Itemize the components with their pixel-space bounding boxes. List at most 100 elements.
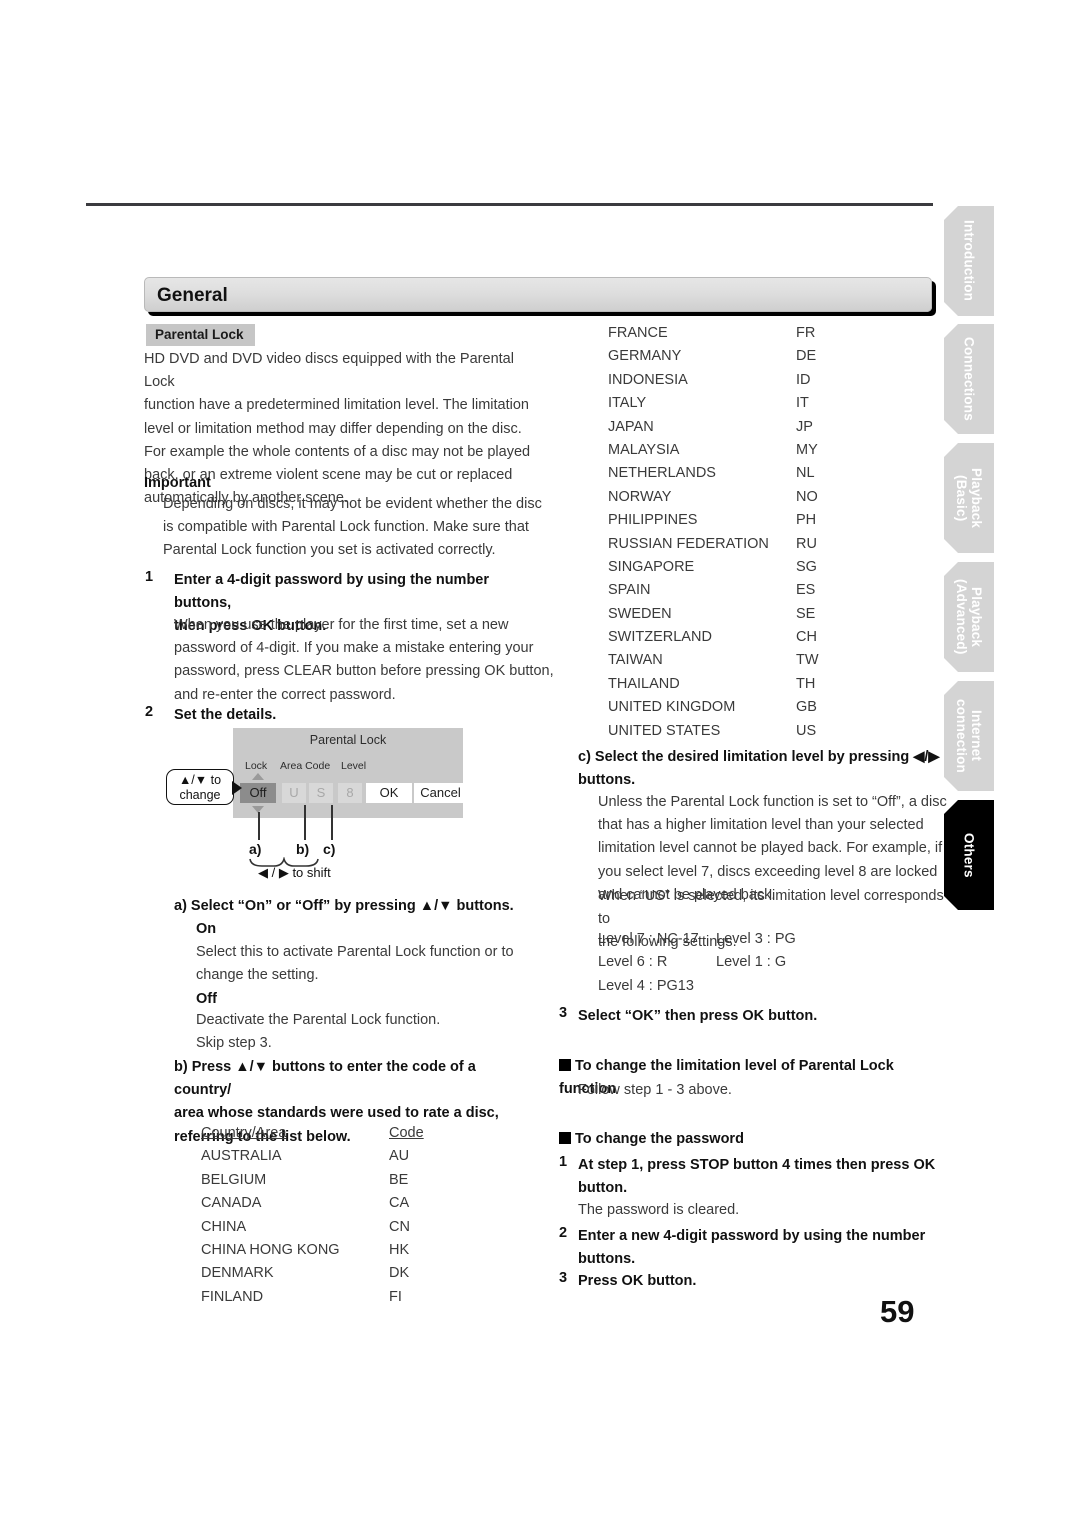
country-code: JP [796, 418, 813, 435]
country-name: CANADA [201, 1195, 262, 1212]
country-code: GB [796, 699, 817, 716]
up-arrow-icon [252, 773, 264, 780]
step3-heading: Select “OK” then press OK button. [578, 1008, 818, 1024]
country-name: ITALY [608, 395, 647, 412]
country-code: SE [796, 605, 816, 622]
leader-line-c [331, 805, 333, 840]
country-code: ES [796, 582, 816, 599]
column-header-code: Code [389, 1125, 424, 1141]
item-a-off-heading: Off [196, 991, 217, 1007]
country-name: FINLAND [201, 1288, 264, 1305]
important-paragraph: Depending on discs, it may not be eviden… [163, 496, 542, 559]
country-code: PH [796, 512, 817, 529]
osd-field-area-2[interactable]: S [309, 783, 333, 803]
country-name: TAIWAN [608, 652, 663, 669]
leader-line-a [258, 812, 260, 840]
square-bullet-icon [559, 1059, 571, 1071]
sidebar-item-playback-basic[interactable]: Playback (Basic) [944, 443, 994, 553]
shift-note-label: ◀ / ▶ to shift [258, 865, 331, 880]
country-name: UNITED KINGDOM [608, 699, 736, 716]
manual-page: Introduction Connections Playback (Basic… [0, 0, 1080, 1528]
sidebar-item-connections[interactable]: Connections [944, 324, 994, 434]
item-a-off-paragraph: Deactivate the Parental Lock function. S… [196, 1012, 441, 1052]
step-number: 3 [559, 1270, 568, 1286]
country-name: CHINA [201, 1218, 247, 1235]
sidebar-item-introduction[interactable]: Introduction [944, 206, 994, 316]
sidebar-item-label: Playback (Advanced) [954, 579, 985, 655]
country-code: IT [796, 395, 809, 412]
item-a-on-heading: On [196, 921, 217, 937]
country-code: CA [389, 1195, 410, 1212]
country-name: AUSTRALIA [201, 1148, 282, 1165]
pw-step1-body: The password is cleared. [578, 1202, 740, 1218]
change-level-body: Follow step 1 - 3 above. [578, 1082, 732, 1098]
osd-title: Parental Lock [309, 733, 387, 747]
change-password-heading-label: To change the password [575, 1131, 744, 1147]
country-name: BELGIUM [201, 1171, 267, 1188]
callout-letter-b: b) [296, 841, 310, 857]
level-entry: Level 7 : NC-17 [598, 931, 699, 947]
page-title: General [157, 285, 228, 306]
country-code: DE [796, 348, 817, 365]
country-name: CHINA HONG KONG [201, 1241, 340, 1258]
item-c-heading: c) Select the desired limitation level b… [578, 749, 940, 789]
level-entry: Level 4 : PG13 [598, 977, 694, 994]
country-code: TW [796, 652, 819, 669]
country-code: SG [796, 558, 817, 575]
country-code: ID [796, 371, 811, 388]
sidebar-item-internet-connection[interactable]: Internet connection [944, 681, 994, 791]
country-code: NO [796, 488, 818, 505]
osd-field-level[interactable]: 8 [338, 783, 362, 803]
osd-column-level-label: Level [341, 760, 367, 772]
sidebar-item-label: Connections [961, 337, 977, 421]
country-name: SWEDEN [608, 605, 672, 622]
pw-step2-heading: Enter a new 4-digit password by using th… [578, 1228, 926, 1268]
step2-heading: Set the details. [174, 707, 277, 723]
callout-tail [232, 781, 242, 795]
pw-step1-heading: At step 1, press STOP button 4 times the… [578, 1157, 936, 1197]
country-code: DK [389, 1265, 410, 1282]
country-name: GERMANY [608, 348, 682, 365]
country-name: SPAIN [608, 582, 651, 599]
country-code: FI [389, 1288, 402, 1305]
change-callout-label: ▲/▼ to change [178, 773, 222, 802]
column-header-country: Country/Area [201, 1125, 287, 1141]
sidebar-item-label: Others [961, 832, 977, 878]
change-callout: ▲/▼ to change [166, 769, 234, 805]
callout-letter-a: a) [249, 841, 262, 857]
country-name: UNITED STATES [608, 722, 721, 739]
country-code: CH [796, 629, 817, 646]
osd-field-area-1[interactable]: U [282, 783, 306, 803]
sidebar-item-label: Internet connection [954, 698, 985, 773]
subsection-badge: Parental Lock [146, 324, 255, 346]
osd-column-lock-label: Lock [245, 760, 268, 772]
callout-letter-c: c) [323, 841, 336, 857]
country-code: CN [389, 1218, 410, 1235]
country-name: FRANCE [608, 325, 668, 341]
step-number: 2 [145, 704, 154, 720]
country-code: US [796, 722, 817, 739]
osd-cancel-button[interactable]: Cancel [414, 783, 467, 803]
osd-field-lock[interactable]: Off [240, 783, 276, 803]
country-code: HK [389, 1241, 410, 1258]
section-header-bar: General [144, 277, 932, 312]
country-code: RU [796, 535, 817, 552]
country-code: TH [796, 675, 816, 692]
country-name: NETHERLANDS [608, 465, 716, 482]
level-entry: Level 6 : R [598, 954, 668, 971]
square-bullet-icon [559, 1132, 571, 1144]
country-code: NL [796, 465, 815, 482]
sidebar-item-label: Introduction [961, 220, 977, 302]
important-heading: Important [144, 475, 211, 491]
country-name: MALAYSIA [608, 441, 680, 458]
sidebar-item-others[interactable]: Others [944, 800, 994, 910]
step-number: 2 [559, 1225, 568, 1241]
country-name: JAPAN [608, 418, 654, 435]
sidebar-item-playback-advanced[interactable]: Playback (Advanced) [944, 562, 994, 672]
osd-column-area-label: Area Code [280, 760, 331, 772]
osd-ok-button[interactable]: OK [366, 783, 412, 803]
pw-step3-heading: Press OK button. [578, 1273, 697, 1289]
country-code: FR [796, 325, 816, 341]
item-a-heading: a) Select “On” or “Off” by pressing ▲/▼ … [174, 898, 514, 914]
country-name: NORWAY [608, 488, 672, 505]
